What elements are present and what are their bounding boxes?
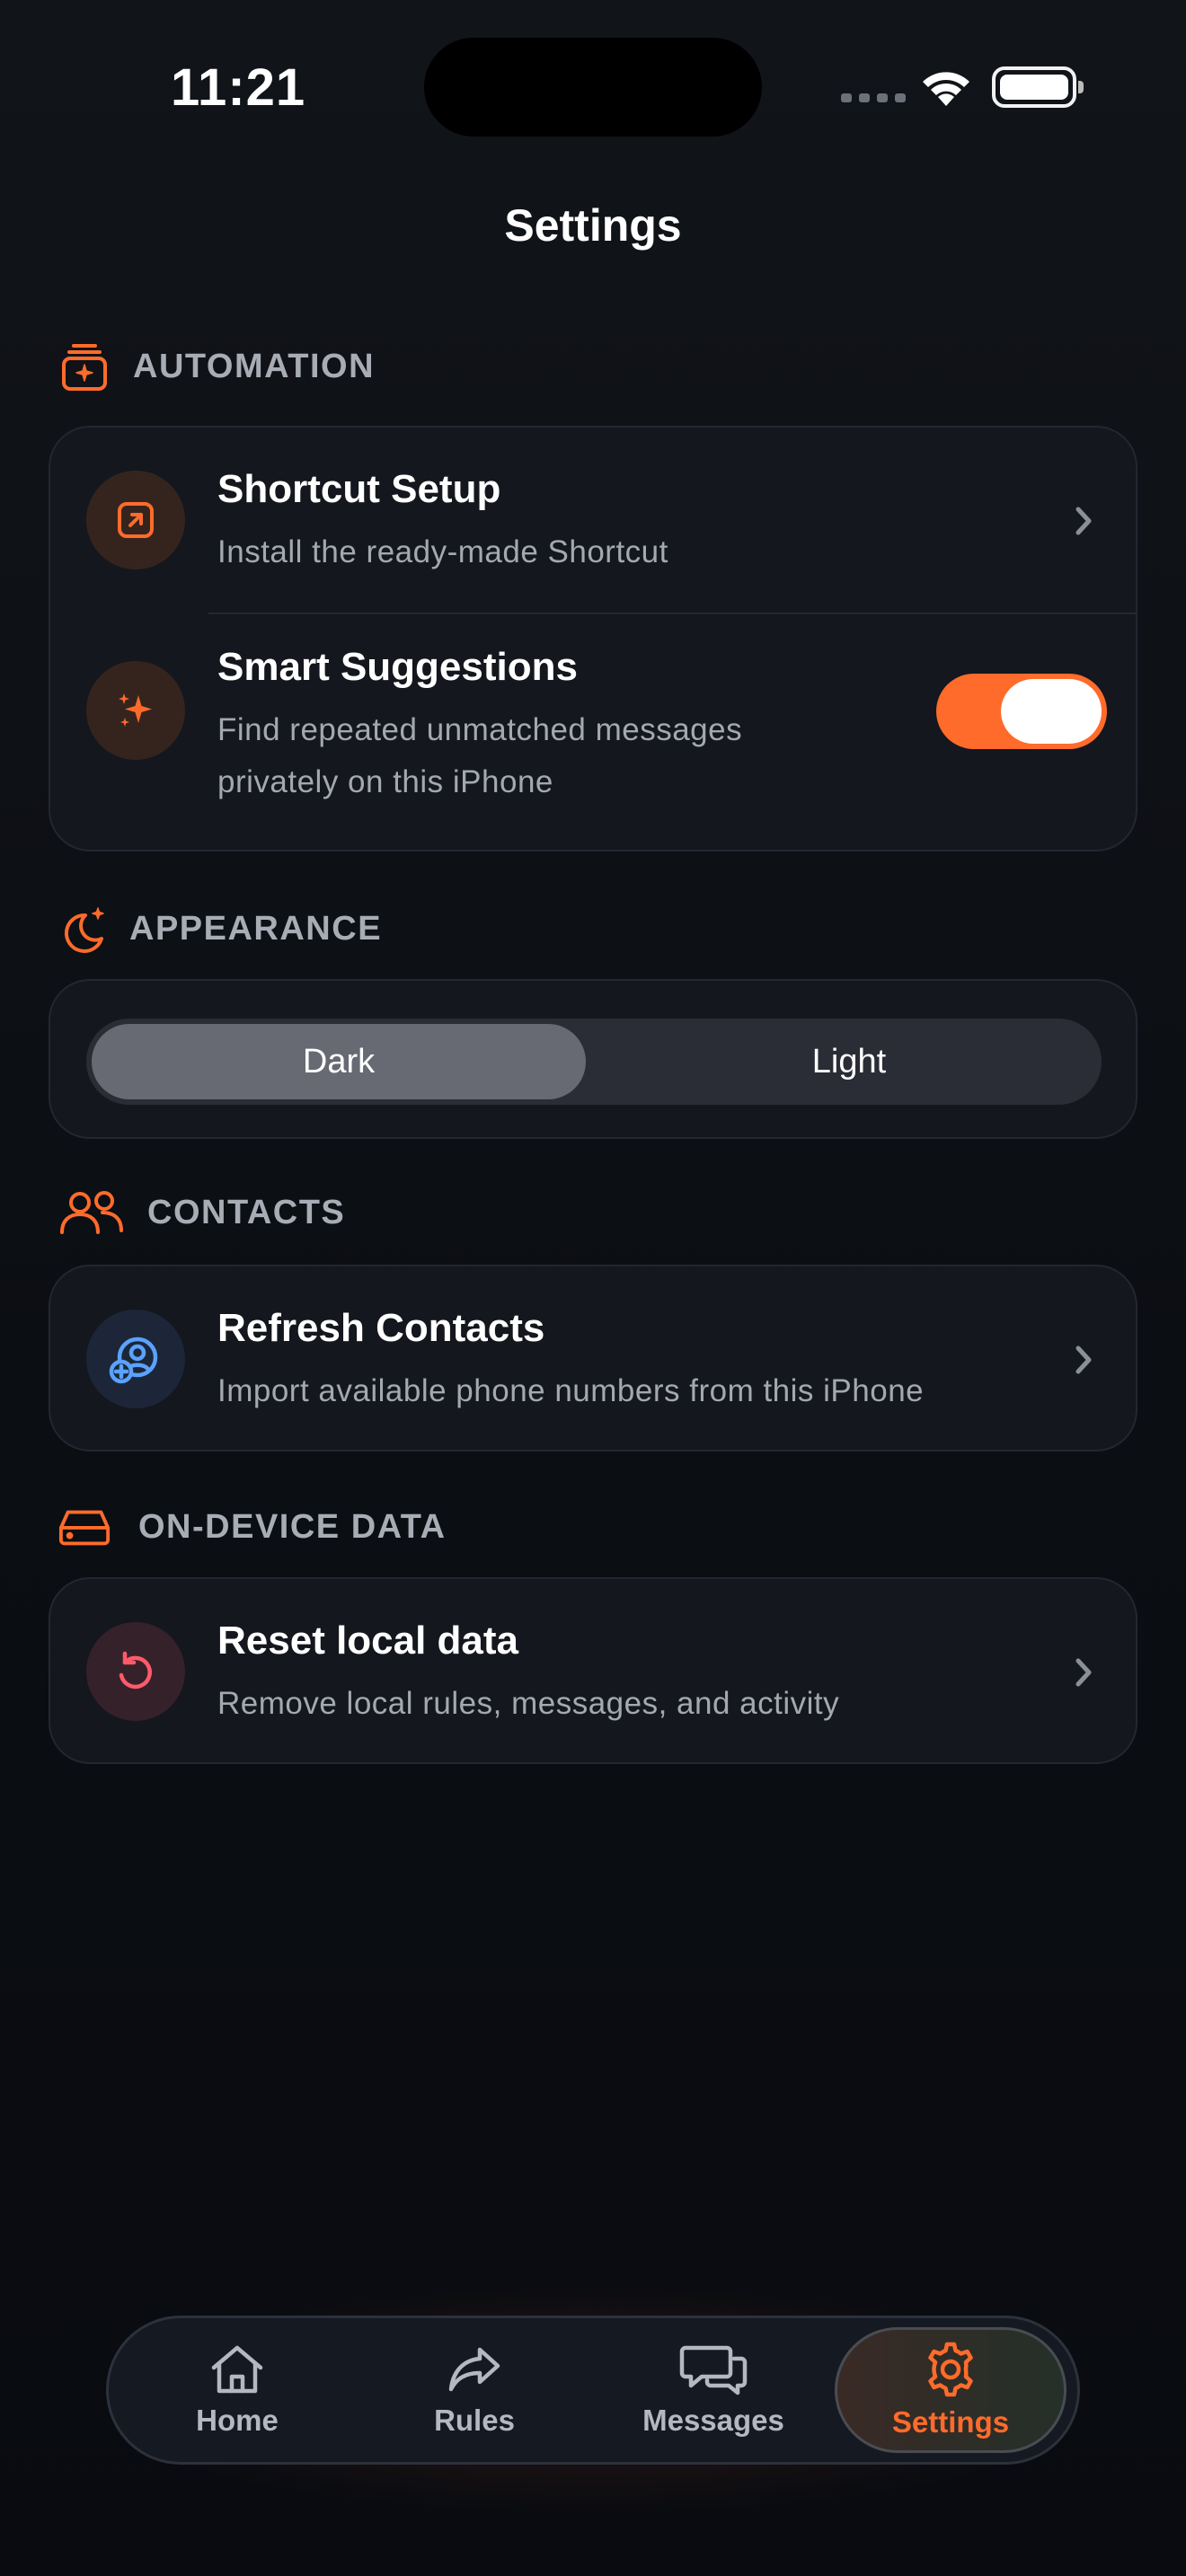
section-label: APPEARANCE <box>129 909 383 948</box>
house-icon <box>211 2345 263 2394</box>
automation-card: Shortcut Setup Install the ready-made Sh… <box>49 426 1137 851</box>
row-subtitle: Import available phone numbers from this… <box>217 1373 925 1408</box>
section-label: ON-DEVICE DATA <box>138 1507 447 1546</box>
tab-home[interactable]: Home <box>125 2318 350 2462</box>
row-subtitle-line2: privately on this iPhone <box>217 764 553 799</box>
tab-label: Rules <box>434 2404 515 2437</box>
share-arrow-icon <box>448 2347 500 2392</box>
row-subtitle: Install the ready-made Shortcut <box>217 534 668 569</box>
appearance-option-light[interactable]: Light <box>602 1024 1096 1099</box>
contacts-card: Refresh Contacts Import available phone … <box>49 1265 1137 1451</box>
shortcut-setup-row[interactable]: Shortcut Setup Install the ready-made Sh… <box>50 428 1136 613</box>
section-header-contacts: CONTACTS <box>58 1186 345 1239</box>
sparkle-stack-icon <box>58 340 111 393</box>
chevron-right-icon <box>1066 1654 1102 1690</box>
row-title: Reset local data <box>217 1619 519 1663</box>
row-title: Refresh Contacts <box>217 1306 545 1350</box>
tab-rules[interactable]: Rules <box>362 2318 587 2462</box>
tab-messages[interactable]: Messages <box>601 2318 826 2462</box>
row-subtitle-line1: Find repeated unmatched messages <box>217 712 743 747</box>
sparkles-icon <box>86 661 185 760</box>
tab-settings[interactable]: Settings <box>835 2327 1067 2453</box>
person-add-icon <box>86 1310 185 1408</box>
people-icon <box>58 1186 126 1239</box>
section-header-automation: AUTOMATION <box>58 340 375 393</box>
settings-screen: 11:21 Settings AUTOMATION Shortcut Setup… <box>0 0 1186 2576</box>
smart-suggestions-row: Smart Suggestions Find repeated unmatche… <box>50 614 1136 851</box>
tab-label: Messages <box>642 2404 784 2437</box>
on-device-data-card: Reset local data Remove local rules, mes… <box>49 1577 1137 1764</box>
tab-label: Home <box>196 2404 279 2437</box>
tab-label: Settings <box>891 2405 1010 2439</box>
battery-icon <box>992 66 1084 108</box>
chat-bubbles-icon <box>679 2345 748 2395</box>
moon-stars-icon <box>58 902 111 956</box>
toggle-knob <box>1001 679 1102 744</box>
section-header-on-device-data: ON-DEVICE DATA <box>58 1500 447 1554</box>
appearance-option-dark[interactable]: Dark <box>92 1024 586 1099</box>
reset-local-data-row[interactable]: Reset local data Remove local rules, mes… <box>50 1579 1136 1764</box>
tab-bar: Home Rules Messages Settings <box>106 2316 1080 2465</box>
smart-suggestions-toggle[interactable] <box>936 674 1107 749</box>
chevron-right-icon <box>1066 1342 1102 1378</box>
open-external-icon <box>86 471 185 569</box>
status-time: 11:21 <box>171 58 306 117</box>
gear-icon <box>928 2342 973 2397</box>
appearance-card: Dark Light <box>49 979 1137 1139</box>
drive-icon <box>58 1500 111 1554</box>
row-subtitle: Remove local rules, messages, and activi… <box>217 1686 840 1721</box>
appearance-segmented-control: Dark Light <box>86 1019 1102 1105</box>
dynamic-island <box>424 38 762 137</box>
wifi-icon <box>923 72 969 106</box>
refresh-contacts-row[interactable]: Refresh Contacts Import available phone … <box>50 1266 1136 1451</box>
section-header-appearance: APPEARANCE <box>58 902 382 956</box>
row-title: Smart Suggestions <box>217 645 578 689</box>
reset-icon <box>86 1622 185 1721</box>
section-label: CONTACTS <box>147 1193 346 1231</box>
cellular-signal-icon <box>841 93 906 102</box>
row-title: Shortcut Setup <box>217 467 501 511</box>
chevron-right-icon <box>1066 503 1102 539</box>
page-title: Settings <box>504 200 682 251</box>
section-label: AUTOMATION <box>133 347 376 385</box>
